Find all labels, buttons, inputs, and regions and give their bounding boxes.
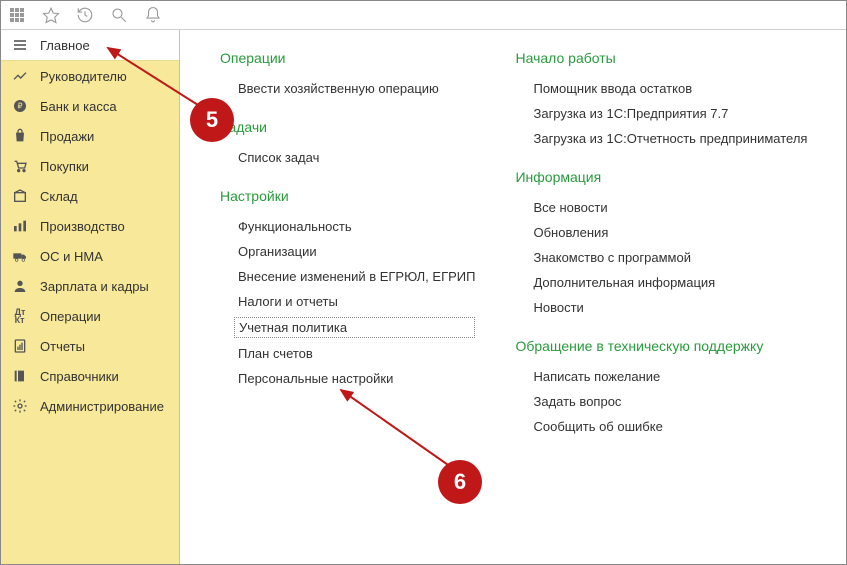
link-enter-operation[interactable]: Ввести хозяйственную операцию [220,76,475,101]
sidebar-item-catalogs[interactable]: Справочники [0,361,179,391]
sidebar-item-manager[interactable]: Руководителю [0,61,179,91]
content-column-2: Начало работы Помощник ввода остатков За… [515,50,807,545]
sidebar-item-purchases[interactable]: Покупки [0,151,179,181]
callout-5: 5 [190,98,234,142]
section-title-tasks[interactable]: Задачи [220,119,475,135]
ruble-icon: ₽ [12,98,28,114]
sidebar-item-label: Главное [40,38,90,53]
dtkt-icon: ДтКт [12,308,28,324]
link-all-news[interactable]: Все новости [515,195,807,220]
sidebar-item-operations[interactable]: ДтКт Операции [0,301,179,331]
callout-6: 6 [438,460,482,504]
sidebar-item-label: Справочники [40,369,119,384]
sidebar-item-assets[interactable]: ОС и НМА [0,241,179,271]
section-title-start[interactable]: Начало работы [515,50,807,66]
sidebar-item-label: Операции [40,309,101,324]
link-wish[interactable]: Написать пожелание [515,364,807,389]
section-title-info[interactable]: Информация [515,169,807,185]
report-icon [12,338,28,354]
sidebar-item-bank[interactable]: ₽ Банк и касса [0,91,179,121]
link-balance-helper[interactable]: Помощник ввода остатков [515,76,807,101]
sidebar-item-label: Покупки [40,159,89,174]
link-accounting-policy[interactable]: Учетная политика [234,317,475,338]
sidebar-item-sales[interactable]: Продажи [0,121,179,151]
link-bug-report[interactable]: Сообщить об ошибке [515,414,807,439]
link-intro[interactable]: Знакомство с программой [515,245,807,270]
svg-text:₽: ₽ [17,102,22,111]
gear-icon [12,398,28,414]
section-title-operations[interactable]: Операции [220,50,475,66]
book-icon [12,368,28,384]
sidebar-item-label: Банк и касса [40,99,117,114]
link-egrul[interactable]: Внесение изменений в ЕГРЮЛ, ЕГРИП [220,264,475,289]
search-icon[interactable] [110,6,128,24]
link-personal-settings[interactable]: Персональные настройки [220,366,475,391]
favorite-star-icon[interactable] [42,6,60,24]
sidebar-item-label: ОС и НМА [40,249,103,264]
menu-icon [12,37,28,53]
person-icon [12,278,28,294]
link-task-list[interactable]: Список задач [220,145,475,170]
link-organizations[interactable]: Организации [220,239,475,264]
link-load-1c77[interactable]: Загрузка из 1С:Предприятия 7.7 [515,101,807,126]
truck-icon [12,248,28,264]
sidebar-item-label: Продажи [40,129,94,144]
chart-line-icon [12,68,28,84]
sidebar-item-production[interactable]: Производство [0,211,179,241]
link-question[interactable]: Задать вопрос [515,389,807,414]
bars-icon [12,218,28,234]
apps-grid-icon[interactable] [8,6,26,24]
sidebar-item-reports[interactable]: Отчеты [0,331,179,361]
section-title-support[interactable]: Обращение в техническую поддержку [515,338,807,354]
sidebar-item-label: Отчеты [40,339,85,354]
sidebar: Главное Руководителю ₽ Банк и касса Прод… [0,30,180,565]
link-functionality[interactable]: Функциональность [220,214,475,239]
link-updates[interactable]: Обновления [515,220,807,245]
link-load-1c-report[interactable]: Загрузка из 1С:Отчетность предпринимател… [515,126,807,151]
sidebar-item-warehouse[interactable]: Склад [0,181,179,211]
bell-icon[interactable] [144,6,162,24]
content-column-1: Операции Ввести хозяйственную операцию З… [220,50,475,545]
link-news[interactable]: Новости [515,295,807,320]
sidebar-item-admin[interactable]: Администрирование [0,391,179,421]
bag-icon [12,128,28,144]
sidebar-item-label: Склад [40,189,78,204]
link-additional-info[interactable]: Дополнительная информация [515,270,807,295]
section-title-settings[interactable]: Настройки [220,188,475,204]
history-icon[interactable] [76,6,94,24]
link-taxes[interactable]: Налоги и отчеты [220,289,475,314]
sidebar-item-main[interactable]: Главное [0,30,179,60]
sidebar-item-label: Зарплата и кадры [40,279,149,294]
link-chart-of-accounts[interactable]: План счетов [220,341,475,366]
sidebar-item-label: Производство [40,219,125,234]
sidebar-item-label: Администрирование [40,399,164,414]
content-area: Операции Ввести хозяйственную операцию З… [180,30,847,565]
sidebar-item-payroll[interactable]: Зарплата и кадры [0,271,179,301]
box-icon [12,188,28,204]
sidebar-item-label: Руководителю [40,69,127,84]
cart-icon [12,158,28,174]
toolbar [0,0,847,30]
